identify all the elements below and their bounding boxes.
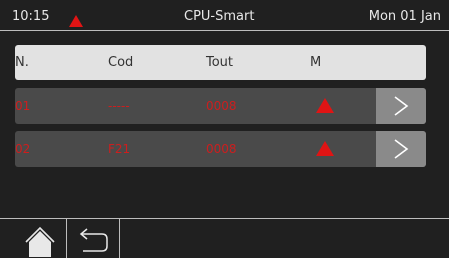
table-row[interactable]: 02 F21 0008 xyxy=(15,131,426,167)
row-code: F21 xyxy=(108,142,131,156)
chevron-right-icon xyxy=(394,96,409,116)
status-bar: 10:15 CPU-Smart Mon 01 Jan xyxy=(0,0,449,30)
row-tout: 0008 xyxy=(206,142,237,156)
row-number: 01 xyxy=(15,99,31,113)
alarm-warning-icon[interactable] xyxy=(69,12,83,31)
column-header-tout: Tout xyxy=(206,55,234,70)
column-header-cod: Cod xyxy=(108,55,134,70)
chevron-right-icon xyxy=(394,139,409,159)
row-number: 02 xyxy=(15,142,31,156)
row-detail-button[interactable] xyxy=(376,88,426,124)
row-tout: 0008 xyxy=(206,99,237,113)
home-icon xyxy=(25,226,55,257)
clock-time: 10:15 xyxy=(12,9,50,24)
device-title: CPU-Smart xyxy=(184,9,255,24)
warning-triangle-icon xyxy=(316,98,334,117)
home-button[interactable] xyxy=(14,219,67,258)
divider xyxy=(0,30,449,31)
table-header: N. Cod Tout M xyxy=(15,45,426,80)
back-arrow-icon xyxy=(79,228,108,252)
back-button[interactable] xyxy=(67,219,120,258)
row-detail-button[interactable] xyxy=(376,131,426,167)
row-code: ----- xyxy=(108,99,130,113)
date-display: Mon 01 Jan xyxy=(368,9,441,24)
warning-triangle-icon xyxy=(316,141,334,160)
column-header-m: M xyxy=(310,55,322,70)
column-header-n: N. xyxy=(15,55,29,70)
table-row[interactable]: 01 ----- 0008 xyxy=(15,88,426,124)
